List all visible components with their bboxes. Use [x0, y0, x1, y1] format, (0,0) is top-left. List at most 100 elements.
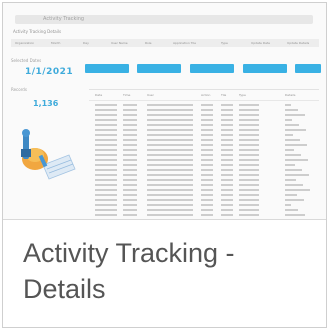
thumbnail-table-column-label: Details: [285, 93, 296, 97]
thumbnail-table-cell: [201, 119, 213, 121]
thumbnail-table-cell: [221, 134, 233, 136]
thumbnail-table-cell: [221, 179, 233, 181]
thumbnail-table-cell: [95, 219, 117, 220]
thumbnail-table-cell: [285, 169, 302, 171]
thumbnail-total-label: Records: [11, 87, 27, 92]
thumbnail-table-cell: [239, 169, 259, 171]
thumbnail-table-cell: [147, 119, 193, 121]
thumbnail-table-cell: [285, 159, 308, 161]
thumbnail-table-cell: [221, 219, 233, 220]
thumbnail-table-cell: [123, 114, 137, 116]
thumbnail-column-header: Role: [145, 41, 152, 45]
thumbnail-table-cell: [239, 164, 259, 166]
thumbnail-table-cell: [221, 124, 233, 126]
thumbnail-table-cell: [95, 209, 117, 211]
thumbnail-table-cell: [95, 109, 117, 111]
thumbnail-table-cell: [201, 214, 213, 216]
thumbnail-table-column-label: Tile: [221, 93, 227, 97]
thumbnail-table-cell: [123, 209, 137, 211]
thumbnail-table-row: [89, 218, 319, 220]
thumbnail-table-cell: [239, 154, 259, 156]
thumbnail-table-cell: [221, 144, 233, 146]
thumbnail-table-cell: [147, 189, 193, 191]
thumbnail-table-cell: [201, 209, 213, 211]
thumbnail-table-cell: [239, 144, 259, 146]
thumbnail-table-cell: [239, 134, 259, 136]
thumbnail-table-cell: [285, 109, 298, 111]
thumbnail-table-cell: [123, 169, 137, 171]
thumbnail-table-cell: [147, 194, 193, 196]
thumbnail-table-cell: [123, 144, 137, 146]
thumbnail-column-header: Update Date: [251, 41, 270, 45]
thumbnail-table-cell: [201, 174, 213, 176]
thumbnail-table-cell: [201, 134, 213, 136]
thumbnail-table-cell: [147, 179, 193, 181]
thumbnail-table-cell: [95, 169, 117, 171]
thumbnail-table-cell: [221, 129, 233, 131]
thumbnail-table-cell: [95, 104, 117, 106]
thumbnail-table-cell: [95, 199, 117, 201]
thumbnail-table-cell: [201, 164, 213, 166]
thumbnail-address-bar: Activity Tracking: [15, 15, 313, 24]
thumbnail-table-cell: [95, 164, 117, 166]
thumbnail-table-cell: [95, 144, 117, 146]
thumbnail-table-cell: [123, 139, 137, 141]
thumbnail-table-cell: [221, 204, 233, 206]
thumbnail-table-cell: [123, 159, 137, 161]
thumbnail-table-cell: [123, 194, 137, 196]
thumbnail-table-cell: [147, 154, 193, 156]
thumbnail-table-cell: [123, 199, 137, 201]
thumbnail-table-cell: [201, 189, 213, 191]
thumbnail-table-cell: [239, 119, 259, 121]
thumbnail-table-cell: [285, 124, 299, 126]
thumbnail-table-cell: [95, 114, 117, 116]
thumbnail-table-column-label: Action: [201, 93, 211, 97]
thumbnail-section-label: Selected Dates: [11, 58, 42, 63]
thumbnail-table-cell: [201, 124, 213, 126]
thumbnail-table-cell: [285, 174, 309, 176]
thumbnail-table-cell: [147, 104, 193, 106]
thumbnail-table-cell: [285, 164, 295, 166]
thumbnail-column-header: Month: [51, 41, 61, 45]
thumbnail-table-cell: [221, 149, 233, 151]
thumbnail-table-cell: [285, 179, 296, 181]
thumbnail-table-cell: [123, 104, 137, 106]
thumbnail-address-text: Activity Tracking: [43, 16, 85, 22]
thumbnail-table-cell: [285, 209, 298, 211]
thumbnail-table-cell: [239, 194, 259, 196]
thumbnail-table-cell: [285, 214, 305, 216]
thumbnail-table-column-label: Time: [123, 93, 131, 97]
thumbnail-table-cell: [201, 129, 213, 131]
thumbnail-table-cell: [285, 144, 307, 146]
thumbnail-table-cell: [239, 139, 259, 141]
thumbnail-table-cell: [239, 174, 259, 176]
thumbnail-table-cell: [123, 164, 137, 166]
thumbnail-table-cell: [221, 194, 233, 196]
thumbnail-table-cell: [147, 219, 193, 220]
thumbnail-table-cell: [201, 109, 213, 111]
thumbnail-column-header: Organization: [15, 41, 35, 45]
thumbnail-table-cell: [201, 159, 213, 161]
thumbnail-table-column-label: User: [147, 93, 154, 97]
thumbnail-table-cell: [221, 104, 233, 106]
tile-title-line: Details: [23, 274, 106, 304]
thumbnail-table-cell: [123, 214, 137, 216]
thumbnail-table-cell: [285, 194, 297, 196]
thumbnail-table-cell: [95, 214, 117, 216]
thumbnail-table-cell: [201, 154, 213, 156]
thumbnail-table-cell: [201, 104, 213, 106]
thumbnail-table-cell: [239, 109, 259, 111]
thumbnail-table-cell: [147, 199, 193, 201]
thumbnail-button: [243, 64, 287, 73]
thumbnail-table-cell: [123, 219, 137, 220]
thumbnail-table-cell: [95, 189, 117, 191]
thumbnail-table-cell: [221, 199, 233, 201]
thumbnail-button: [295, 64, 321, 73]
thumbnail-table-cell: [239, 124, 259, 126]
thumbnail-table-cell: [147, 169, 193, 171]
thumbnail-table-cell: [201, 169, 213, 171]
thumbnail-column-header: Type: [221, 41, 228, 45]
thumbnail-table-cell: [95, 174, 117, 176]
thumbnail-table-cell: [239, 149, 259, 151]
activity-tracking-details-tile[interactable]: Activity Tracking Activity Tracking Deta…: [2, 2, 327, 328]
